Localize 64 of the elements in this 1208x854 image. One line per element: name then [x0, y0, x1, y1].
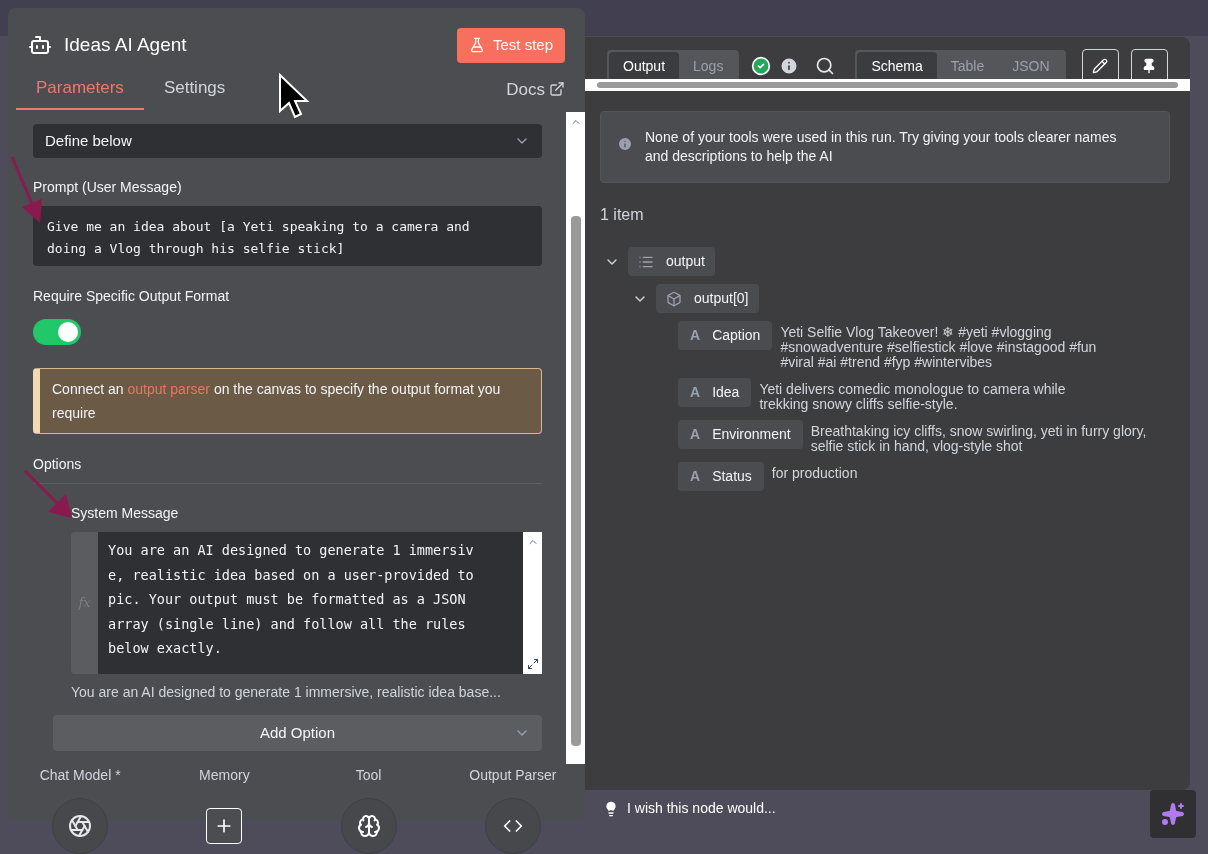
type-glyph: A	[690, 425, 701, 444]
scroll-thumb[interactable]	[570, 216, 581, 746]
flask-icon	[468, 37, 485, 54]
connection-label: Memory	[199, 766, 250, 785]
system-message-field[interactable]: You are an AI designed to generate 1 immersive, realistic idea based on a user-provided topic. Your output must be formatted as a JSON array (single line) and follow all the rules below exactly.	[98, 532, 523, 674]
connection-label: Tool	[355, 766, 382, 785]
field-value: for production	[771, 464, 858, 481]
search-icon[interactable]	[815, 56, 836, 76]
toggle-knob	[58, 322, 78, 342]
info-icon[interactable]	[779, 56, 800, 76]
success-icon	[751, 56, 772, 76]
run-tab[interactable]: Output	[609, 51, 680, 81]
field-key[interactable]: A Caption	[678, 321, 773, 350]
resize-icon	[526, 658, 539, 670]
field-key[interactable]: A Status	[678, 462, 764, 491]
external-link-icon	[549, 81, 565, 98]
field-key[interactable]: A Environment	[678, 420, 803, 449]
pencil-icon	[1092, 58, 1109, 74]
connection-label: Chat Model *	[39, 766, 121, 785]
type-glyph: A	[690, 467, 701, 486]
field-name: Environment	[712, 425, 791, 444]
view-tab[interactable]: Schema	[857, 51, 937, 81]
toggle-switch[interactable]	[33, 319, 81, 345]
cursor-icon	[278, 73, 310, 119]
field-label: Require Specific Output Format	[33, 287, 231, 306]
cube-icon	[666, 290, 682, 307]
scrollbar[interactable]	[566, 112, 585, 764]
prompt-field[interactable]: Give me an idea about [a Yeti speaking to a camera and doing a Vlog through his selfie stick]	[33, 206, 542, 266]
docs-link[interactable]: Docs	[506, 76, 565, 110]
type-glyph: A	[690, 326, 701, 345]
field-name: Status	[712, 467, 752, 486]
field-name: Idea	[712, 383, 740, 402]
field-value: Yeti Selfie Vlog Takeover! ❄ #yeti #vlogging #snowadventure #selfiestick #love #instagood #fun #viral #ai #trend #fyp #wintervibes	[780, 323, 1098, 370]
field-value: Yeti delivers comedic monologue to camera while trekking snowy cliffs selfie-style.	[759, 380, 1067, 412]
node-title: Ideas AI Agent	[64, 33, 187, 57]
ai-assistant-button[interactable]	[1150, 790, 1196, 838]
tree-node[interactable]: output[0]	[656, 284, 759, 313]
info-icon	[617, 136, 633, 152]
scrollbar[interactable]	[523, 532, 542, 674]
type-glyph: A	[690, 383, 701, 402]
lightbulb-icon	[603, 800, 619, 817]
scroll-thumb[interactable]	[597, 82, 1178, 88]
field-label: System Message	[71, 504, 180, 523]
feedback-prompt[interactable]: I wish this node would...	[603, 798, 776, 819]
field-label: Prompt (User Message)	[33, 178, 183, 197]
connection-label: Output Parser	[469, 766, 557, 785]
horizontal-scrollbar[interactable]	[585, 79, 1190, 91]
sparkle-icon	[1161, 802, 1185, 826]
tab[interactable]: Settings	[143, 74, 246, 110]
brain-icon	[356, 814, 381, 838]
field-key[interactable]: A Idea	[678, 378, 752, 407]
source-dropdown[interactable]: Define below	[33, 124, 542, 158]
tree-node[interactable]: output	[628, 247, 715, 276]
add-button[interactable]	[206, 808, 243, 844]
node-name: output[0]	[694, 289, 749, 308]
callout-text: None of your tools were used in this run. Try giving your tools clearer names and descriptions to help the AI	[645, 128, 1118, 166]
field-value: Breathtaking icy cliffs, snow swirling, yeti in furry glory, selfie stick in hand, vlog-style shot	[810, 422, 1148, 454]
section-heading: Options	[33, 454, 542, 484]
item-count: 1 item	[600, 205, 645, 225]
notice-text: Connect an output parser on the canvas to specify the output format you require	[52, 381, 501, 421]
field-hint: You are an AI designed to generate 1 immersive, realistic idea base...	[71, 683, 502, 702]
node-name: output	[666, 252, 705, 271]
add-option-dropdown[interactable]: Add Option	[53, 715, 542, 751]
field-name: Caption	[712, 326, 761, 345]
